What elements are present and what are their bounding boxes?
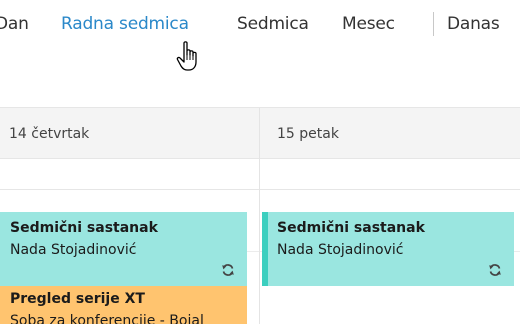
tab-day[interactable]: Dan <box>0 14 29 34</box>
grid-line <box>0 158 520 159</box>
event-title: Pregled serije XT <box>10 291 145 307</box>
event-title: Sedmični sastanak <box>10 220 158 236</box>
event-series-review[interactable]: Pregled serije XT Soba za konferencije -… <box>0 286 247 324</box>
day-column-divider <box>259 108 260 324</box>
event-location: Soba za konferencije - Bojal <box>10 313 204 324</box>
recurring-icon <box>222 264 234 276</box>
tab-work-week[interactable]: Radna sedmica <box>61 14 189 34</box>
hand-cursor-icon <box>176 41 197 71</box>
grid-line <box>0 189 520 190</box>
tab-week[interactable]: Sedmica <box>237 14 309 34</box>
event-title: Sedmični sastanak <box>277 220 425 236</box>
event-status-stripe <box>262 212 268 286</box>
day-header-friday: 15 petak <box>277 126 339 142</box>
tab-divider <box>433 12 434 36</box>
event-organizer: Nada Stojadinović <box>10 242 137 258</box>
today-button[interactable]: Danas <box>447 14 500 34</box>
recurring-icon <box>489 264 501 276</box>
day-header-thursday: 14 četvrtak <box>9 126 90 142</box>
event-weekly-meeting-thursday[interactable]: Sedmični sastanak Nada Stojadinović <box>0 212 247 286</box>
event-organizer: Nada Stojadinović <box>277 242 404 258</box>
tab-month[interactable]: Mesec <box>342 14 395 34</box>
view-switcher: Dan Radna sedmica Sedmica Mesec Danas <box>0 0 527 40</box>
event-weekly-meeting-friday[interactable]: Sedmični sastanak Nada Stojadinović <box>262 212 514 286</box>
